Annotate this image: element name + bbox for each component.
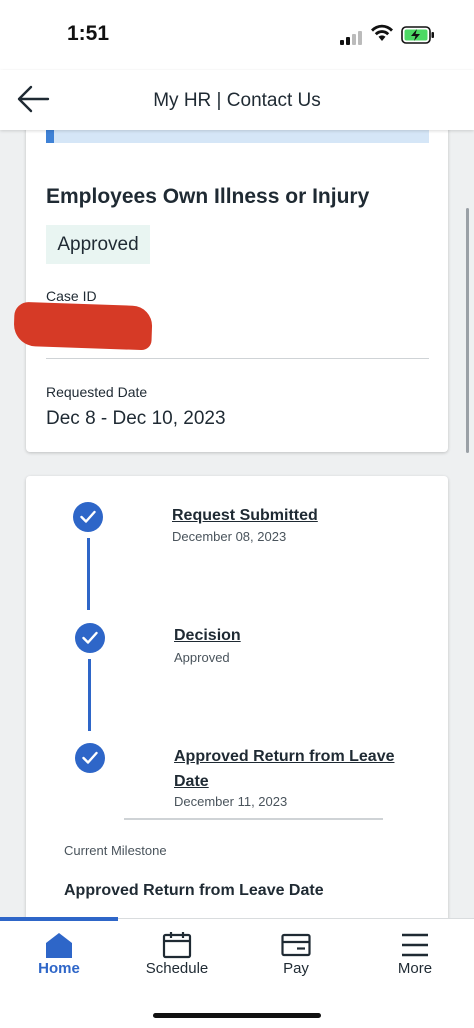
home-indicator: [153, 1013, 321, 1018]
step-status: Approved: [174, 650, 230, 665]
tab-home-label: Home: [38, 960, 80, 977]
menu-icon: [402, 933, 428, 957]
step-check-icon: [75, 623, 105, 653]
step-date: December 08, 2023: [172, 529, 287, 544]
scrollbar[interactable]: [466, 208, 469, 453]
app-header: My HR | Contact Us: [0, 70, 474, 130]
cellular-signal-icon: [340, 27, 364, 45]
current-milestone-value: Approved Return from Leave Date: [64, 882, 324, 899]
case-summary-card: Employees Own Illness or Injury Approved…: [13, 110, 448, 452]
tab-schedule[interactable]: Schedule: [118, 919, 236, 989]
step-request-submitted-link[interactable]: Request Submitted: [172, 503, 318, 528]
step-date: December 11, 2023: [174, 794, 288, 809]
current-milestone-label: Current Milestone: [64, 843, 167, 858]
case-progress-bar: [46, 128, 429, 143]
case-title: Employees Own Illness or Injury: [46, 185, 370, 208]
step-decision-link[interactable]: Decision: [174, 623, 241, 648]
status-time: 1:51: [67, 22, 110, 45]
status-badge: Approved: [46, 225, 150, 264]
case-id-label: Case ID: [46, 288, 97, 304]
case-id-redaction: [13, 301, 153, 351]
divider: [124, 818, 383, 820]
tab-more-label: More: [397, 960, 433, 977]
tab-home[interactable]: Home: [0, 919, 118, 989]
timeline-card: Request Submitted December 08, 2023 Deci…: [26, 476, 448, 936]
home-icon: [46, 933, 72, 958]
divider: [46, 358, 429, 359]
requested-date-label: Requested Date: [46, 384, 148, 400]
status-bar: 1:51: [0, 0, 474, 70]
requested-date-value: Dec 8 - Dec 10, 2023: [46, 408, 226, 429]
tab-more[interactable]: More: [356, 919, 474, 989]
timeline-connector: [87, 538, 90, 610]
calendar-icon: [162, 932, 192, 959]
timeline-connector: [88, 659, 91, 731]
tab-schedule-label: Schedule: [145, 960, 209, 977]
wallet-icon: [281, 933, 311, 957]
bottom-tab-bar: Home Schedule Pay More: [0, 917, 474, 1028]
page-title: My HR | Contact Us: [153, 90, 321, 111]
step-check-icon: [73, 502, 103, 532]
step-check-icon: [75, 743, 105, 773]
step-return-from-leave-link[interactable]: Approved Return from Leave Date: [174, 744, 394, 794]
tab-pay-label: Pay: [283, 960, 309, 977]
step-title-line2: Date: [174, 773, 209, 790]
step-title-line1: Approved Return from Leave: [174, 748, 395, 765]
battery-charging-icon: [401, 26, 434, 44]
wifi-icon: [371, 24, 393, 41]
tab-pay[interactable]: Pay: [237, 919, 355, 989]
